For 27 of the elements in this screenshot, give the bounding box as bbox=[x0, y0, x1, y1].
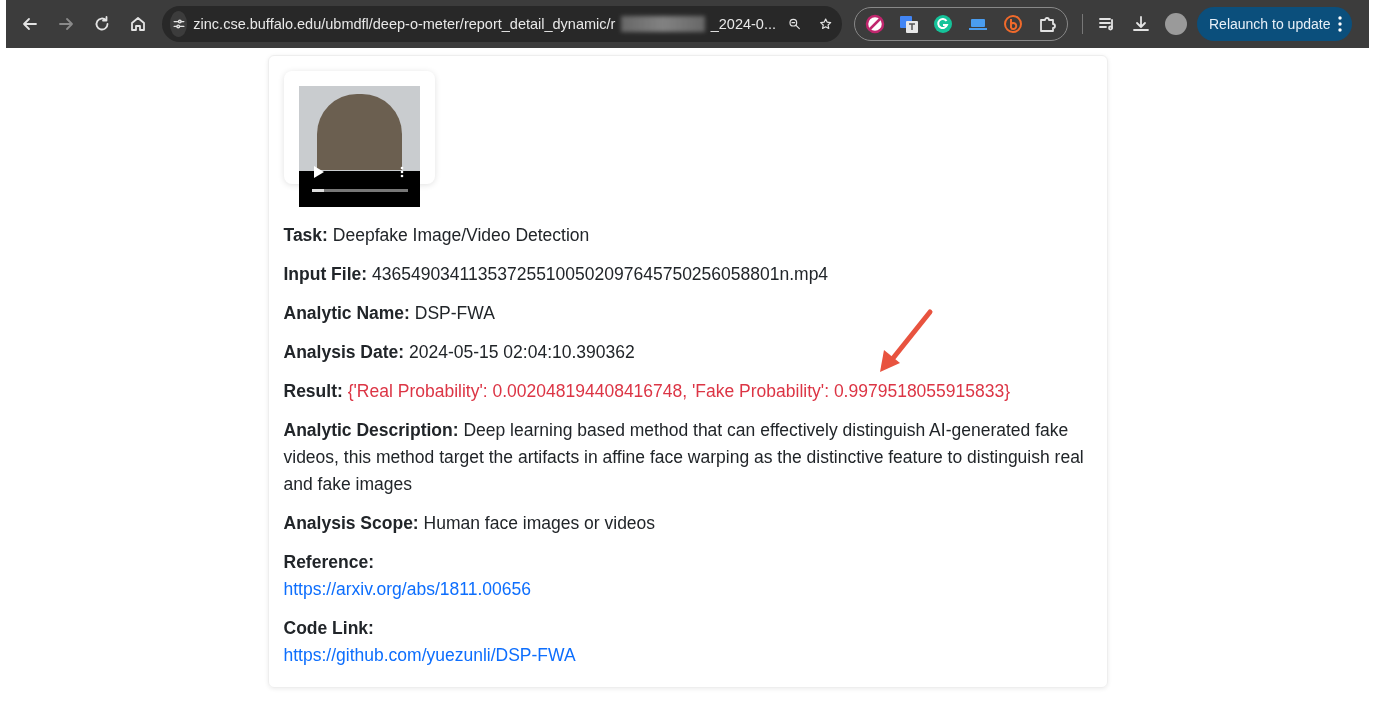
result-text: Result: {'Real Probability': 0.002048194408416748, 'Fake Probability': 0.9979518055915833} bbox=[283, 380, 1012, 403]
avatar-icon[interactable] bbox=[1165, 13, 1187, 35]
field-text: Analysis Date: 2024-05-15 02:04:10.390362 bbox=[283, 341, 636, 364]
more-options-icon[interactable] bbox=[1338, 16, 1343, 32]
more-options-icon[interactable] bbox=[399, 166, 404, 178]
grammar-g-icon[interactable] bbox=[933, 14, 953, 34]
field-text: Analytic Name: DSP-FWA bbox=[283, 302, 496, 325]
puzzle-icon[interactable] bbox=[1037, 14, 1057, 34]
field-text: Analytic Description: Deep learning based method that can effectively distinguish AI-generated fake videos, this method target the artifacts in affine face warping as the distinctive feature to distinguish real and fake images bbox=[283, 419, 1085, 496]
link[interactable]: https://arxiv.org/abs/1811.00656 bbox=[283, 579, 531, 599]
home-icon[interactable] bbox=[128, 14, 148, 34]
video-player[interactable] bbox=[298, 86, 420, 207]
field-label: Code Link: bbox=[283, 617, 374, 640]
download-icon[interactable] bbox=[1131, 14, 1151, 34]
field-text: Task: Deepfake Image/Video Detection bbox=[283, 224, 591, 247]
relaunch-button[interactable]: Relaunch to update bbox=[1197, 7, 1353, 41]
blocked-circle-icon[interactable] bbox=[865, 14, 885, 34]
url-text: _2024-0... bbox=[710, 16, 776, 32]
address-bar[interactable]: zinc.cse.buffalo.edu/ubmdfl/deep-o-meter/report_detail_dynamic/r _2024-0... bbox=[162, 6, 842, 42]
field-label: Reference: bbox=[283, 551, 374, 574]
play-icon[interactable] bbox=[313, 166, 324, 178]
field-text: Input File: 436549034113537255100502097645750256058801n.mp4 bbox=[283, 263, 830, 286]
url-text: zinc.cse.buffalo.edu/ubmdfl/deep-o-meter/report_detail_dynamic/r bbox=[193, 16, 616, 32]
field-text: Analysis Scope: Human face images or videos bbox=[283, 512, 657, 535]
translate-icon[interactable] bbox=[899, 14, 919, 34]
circled-b-icon[interactable] bbox=[1003, 14, 1023, 34]
link[interactable]: https://github.com/yuezunli/DSP-FWA bbox=[283, 645, 576, 665]
